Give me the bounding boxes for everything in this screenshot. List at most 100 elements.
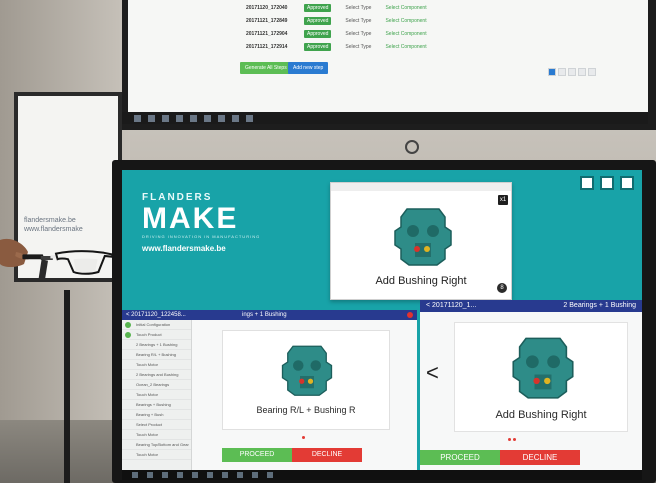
popup-close-button[interactable]: x1 — [498, 195, 508, 205]
left-step-card: Bearing R/L + Bushing R — [222, 330, 390, 430]
list-item[interactable]: Touch Product — [122, 330, 191, 340]
glasses-cable — [64, 290, 70, 483]
row-id: 20171120_172040 — [246, 5, 288, 11]
list-item[interactable]: Touch Motor — [122, 430, 191, 440]
step-list: Initial Configuration Touch Product 2 Be… — [122, 320, 192, 470]
list-item[interactable]: Touch Motor — [122, 450, 191, 460]
app-icon[interactable] — [190, 114, 197, 122]
left-app-panel: < 20171120_122458... ings + 1 Bushing In… — [122, 310, 417, 470]
component-select[interactable]: Select Component — [385, 18, 426, 24]
app-icon[interactable] — [148, 114, 155, 122]
type-select[interactable]: Select Type — [345, 44, 371, 50]
right-action-row: PROCEED DECLINE — [420, 450, 580, 465]
app-icon[interactable] — [267, 472, 273, 478]
left-panel-title[interactable]: < 20171120_122458... — [126, 312, 186, 318]
upper-monitor: 20171120_172040 Approved Select Type Sel… — [122, 0, 656, 130]
table-row[interactable]: 20171121_172849 Approved Select Type Sel… — [246, 15, 427, 27]
motor-housing-image — [281, 345, 333, 396]
page-button[interactable] — [568, 68, 576, 76]
type-select[interactable]: Select Type — [345, 5, 371, 11]
hp-logo — [405, 140, 419, 154]
app-icon[interactable] — [252, 472, 258, 478]
motor-housing-image — [512, 337, 574, 399]
status-badge: Approved — [304, 30, 332, 38]
step-count-badge: 8 — [497, 283, 507, 293]
list-item[interactable]: Bearing + Bush — [122, 410, 191, 420]
list-item[interactable]: Select Product — [122, 420, 191, 430]
app-icon[interactable] — [162, 472, 168, 478]
component-select[interactable]: Select Component — [385, 5, 426, 11]
close-icon[interactable] — [407, 312, 413, 318]
left-action-row: PROCEED DECLINE — [222, 448, 362, 462]
app-icon[interactable] — [237, 472, 243, 478]
popup-step-label: Add Bushing Right — [375, 275, 467, 287]
generate-steps-button[interactable]: Generate All Steps — [240, 62, 292, 74]
app-icon[interactable] — [204, 114, 211, 122]
app-icon[interactable] — [176, 114, 183, 122]
desktop-shortcut-icon[interactable] — [580, 176, 594, 190]
list-item[interactable]: 2 Bearings and Bushing — [122, 370, 191, 380]
main-monitor: FLANDERS MAKE DRIVING INNOVATION IN MANU… — [112, 160, 656, 483]
component-select[interactable]: Select Component — [385, 44, 426, 50]
logo-url: www.flandersmake.be — [142, 244, 226, 253]
main-taskbar — [122, 470, 642, 480]
list-item[interactable]: Bearing Top/Bottom and Gear — [122, 440, 191, 450]
list-item[interactable]: Touch Motor — [122, 360, 191, 370]
row-id: 20171121_172914 — [246, 44, 288, 50]
status-badge: Approved — [304, 17, 332, 25]
page-button[interactable] — [578, 68, 586, 76]
decline-button[interactable]: DECLINE — [292, 448, 362, 462]
page-button[interactable] — [548, 68, 556, 76]
table-row[interactable]: 20171120_172040 Approved Select Type Sel… — [246, 2, 427, 14]
left-panel-header: < 20171120_122458... ings + 1 Bushing — [122, 310, 417, 320]
status-badge: Approved — [304, 4, 332, 12]
right-step-card: Add Bushing Right — [454, 322, 628, 432]
logo-subtitle: DRIVING INNOVATION IN MANUFACTURING — [142, 234, 261, 239]
list-item[interactable]: Ocean_2 Bearings — [122, 380, 191, 390]
list-item[interactable]: Bearing R/L + Bushing — [122, 350, 191, 360]
list-item[interactable]: 2 Bearings + 1 Bushing — [122, 340, 191, 350]
right-step-label: Add Bushing Right — [495, 409, 587, 421]
list-item[interactable]: Touch Motor — [122, 390, 191, 400]
app-icon[interactable] — [147, 472, 153, 478]
start-icon[interactable] — [132, 472, 138, 478]
app-icon[interactable] — [162, 114, 169, 122]
proceed-button[interactable]: PROCEED — [222, 448, 292, 462]
app-icon[interactable] — [246, 114, 253, 122]
app-icon[interactable] — [192, 472, 198, 478]
page-button[interactable] — [588, 68, 596, 76]
chevron-left-icon[interactable]: < — [426, 360, 439, 386]
main-screen: FLANDERS MAKE DRIVING INNOVATION IN MANU… — [122, 170, 642, 470]
right-panel-header: < 20171120_1... 2 Bearings + 1 Bushing — [420, 300, 642, 312]
app-icon[interactable] — [218, 114, 225, 122]
desktop-shortcut-icon[interactable] — [620, 176, 634, 190]
app-icon[interactable] — [207, 472, 213, 478]
list-item[interactable]: Initial Configuration — [122, 320, 191, 330]
add-step-button[interactable]: Add new step — [288, 62, 329, 74]
decline-button[interactable]: DECLINE — [500, 450, 580, 465]
hand-holding-glasses — [0, 238, 115, 281]
start-icon[interactable] — [134, 114, 141, 122]
page-indicator — [302, 436, 305, 439]
type-select[interactable]: Select Type — [345, 18, 371, 24]
motor-housing-image — [394, 208, 452, 266]
logo-big-text: MAKE — [142, 202, 239, 235]
list-item[interactable]: Bearings + Bushing — [122, 400, 191, 410]
upper-screen: 20171120_172040 Approved Select Type Sel… — [128, 0, 648, 112]
desktop-shortcut-icon[interactable] — [600, 176, 614, 190]
proceed-button[interactable]: PROCEED — [420, 450, 500, 465]
page-button[interactable] — [558, 68, 566, 76]
left-panel-subtitle: ings + 1 Bushing — [242, 312, 287, 318]
app-icon[interactable] — [177, 472, 183, 478]
right-panel-title[interactable]: < 20171120_1... — [426, 300, 476, 312]
pagination[interactable] — [548, 68, 596, 76]
type-select[interactable]: Select Type — [345, 31, 371, 37]
left-step-label: Bearing R/L + Bushing R — [256, 405, 356, 415]
app-icon[interactable] — [222, 472, 228, 478]
table-row[interactable]: 20171121_172914 Approved Select Type Sel… — [246, 41, 427, 53]
app-icon[interactable] — [232, 114, 239, 122]
page-indicator — [508, 438, 516, 441]
table-row[interactable]: 20171121_172904 Approved Select Type Sel… — [246, 28, 427, 40]
popup-titlebar[interactable] — [331, 183, 511, 191]
component-select[interactable]: Select Component — [385, 31, 426, 37]
